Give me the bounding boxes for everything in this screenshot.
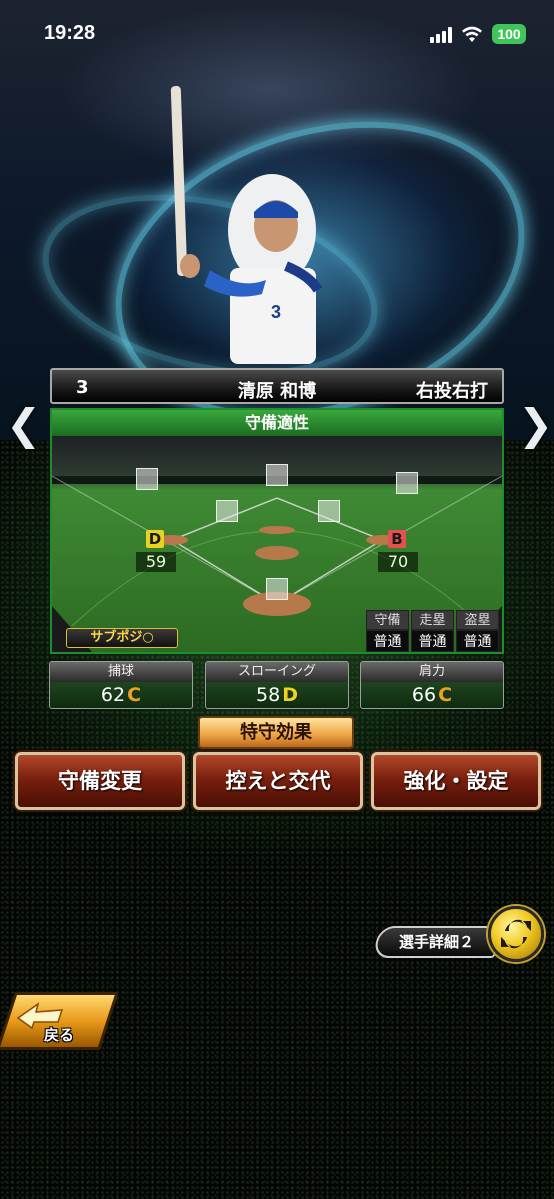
third-base-value: 59 xyxy=(136,552,176,572)
stat-grade: C xyxy=(127,684,142,706)
defense-aptitude-panel: 守備適性 D 59 B 70 サブポジ○ 守備 走塁 盗塁 普通 普通 普通 xyxy=(50,408,504,654)
first-base-grade-letter: B xyxy=(391,530,403,548)
stat-label: スローイング xyxy=(206,662,348,682)
ability-value: 普通 xyxy=(456,630,499,652)
change-defense-button[interactable]: 守備変更 xyxy=(15,752,185,810)
stat-catching: 捕球 62 C xyxy=(49,661,193,709)
position-slot-catcher[interactable] xyxy=(266,578,288,600)
player-portrait: 3 xyxy=(170,86,323,364)
special-defense-button[interactable]: 特守効果 xyxy=(198,716,354,749)
stat-value: 62 xyxy=(100,684,126,706)
refresh-arrows-icon xyxy=(501,919,531,949)
stat-value: 66 xyxy=(411,684,437,706)
cellular-signal-icon xyxy=(430,27,454,43)
player-name-bar: 3 清原 和博 右投右打 xyxy=(50,368,504,404)
third-base-grade-letter: D xyxy=(148,530,162,548)
stat-value-row: 66 C xyxy=(361,682,503,708)
ability-header: 守備 xyxy=(366,610,409,630)
position-slot-shortstop[interactable] xyxy=(216,500,238,522)
player-detail-2-label: 選手詳細２ xyxy=(399,933,475,951)
position-slot-second-base[interactable] xyxy=(318,500,340,522)
throw-bat-hand: 右投右打 xyxy=(416,381,488,402)
ability-value: 普通 xyxy=(366,630,409,652)
sub-position-badge: サブポジ○ xyxy=(66,628,178,648)
back-label: 戻る xyxy=(44,1026,75,1044)
clock: 19:28 xyxy=(44,22,96,44)
stat-value: 58 xyxy=(256,684,281,706)
ability-header: 盗塁 xyxy=(456,610,499,630)
next-player-arrow-icon[interactable]: ❯ xyxy=(518,400,553,449)
defense-aptitude-title: 守備適性 xyxy=(52,410,502,436)
stat-grade: C xyxy=(438,684,453,706)
prev-player-arrow-icon[interactable]: ❮ xyxy=(6,400,41,449)
status-bar: 19:28 100 xyxy=(0,0,554,70)
uniform-number: 3 xyxy=(271,302,281,322)
position-slot-left-field[interactable] xyxy=(136,468,158,490)
ability-header: 走塁 xyxy=(411,610,454,630)
position-slot-center-field[interactable] xyxy=(266,464,288,486)
stat-arm-strength: 肩力 66 C xyxy=(360,661,504,709)
ability-table: 守備 走塁 盗塁 普通 普通 普通 xyxy=(366,610,502,652)
ability-value: 普通 xyxy=(411,630,454,652)
substitute-button[interactable]: 控えと交代 xyxy=(193,752,363,810)
stat-value-row: 58 D xyxy=(206,682,348,708)
enhance-settings-button[interactable]: 強化・設定 xyxy=(371,752,541,810)
wifi-icon xyxy=(462,26,482,42)
battery-indicator: 100 xyxy=(492,24,526,44)
third-base-grade: D xyxy=(146,530,164,548)
position-slot-right-field[interactable] xyxy=(396,472,418,494)
stat-grade: D xyxy=(282,684,298,706)
stat-label: 捕球 xyxy=(50,662,192,682)
stat-label: 肩力 xyxy=(361,662,503,682)
player-detail-2-button[interactable]: 選手詳細２ xyxy=(372,926,502,958)
first-base-value: 70 xyxy=(378,552,418,572)
stat-throwing: スローイング 58 D xyxy=(205,661,349,709)
stat-value-row: 62 C xyxy=(50,682,192,708)
cycle-icon[interactable] xyxy=(488,906,544,962)
first-base-grade: B xyxy=(388,530,406,548)
